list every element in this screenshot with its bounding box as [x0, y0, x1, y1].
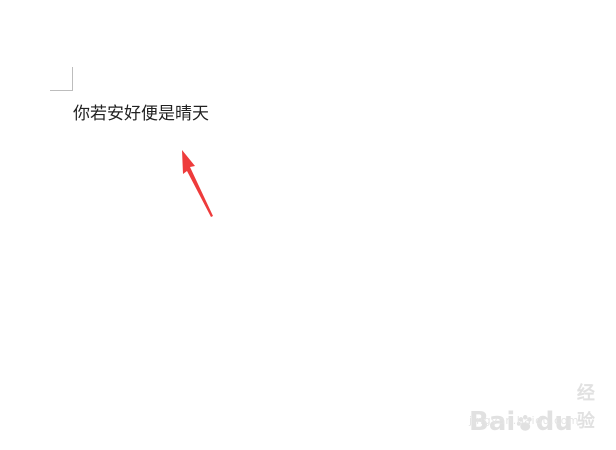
watermark-url: jingyan.baidu.com [469, 414, 580, 427]
document-page[interactable]: 你若安好便是晴天 Bai du 经验 jingyan.baidu.com [0, 0, 616, 450]
red-arrow-annotation [182, 150, 213, 217]
margin-corner-marker [50, 67, 73, 91]
watermark-logo: Bai du 经验 [469, 380, 602, 436]
document-text[interactable]: 你若安好便是晴天 [73, 102, 209, 126]
baidu-jingyan-watermark: Bai du 经验 jingyan.baidu.com [469, 380, 595, 436]
watermark-logo-cn: 经验 [576, 383, 595, 432]
